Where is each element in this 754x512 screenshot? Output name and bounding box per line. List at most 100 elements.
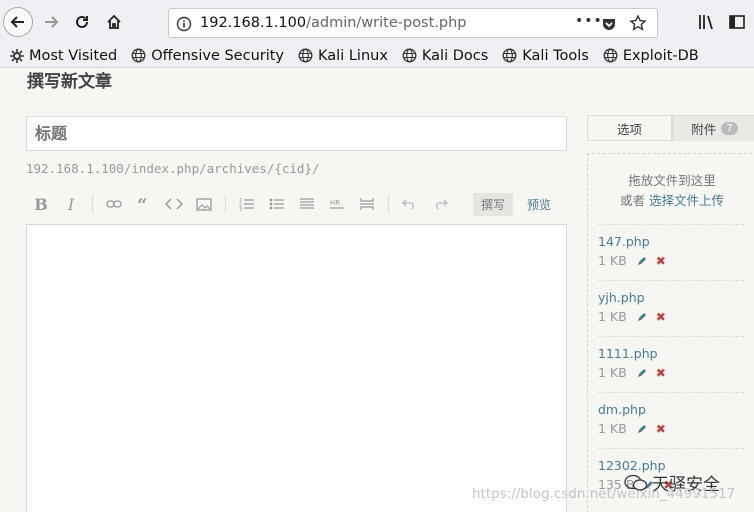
- bookmark-exploit-db[interactable]: Exploit-DB: [603, 48, 699, 64]
- url-path: /admin/write-post.php: [306, 15, 467, 31]
- bookmark-kali-docs[interactable]: Kali Docs: [402, 48, 488, 64]
- browser-toolbar: 192.168.1.100/admin/write-post.php •••: [0, 0, 754, 44]
- url-host: 192.168.1.100: [200, 15, 307, 31]
- write-mode-button[interactable]: 撰写: [473, 192, 514, 216]
- undo-button[interactable]: [395, 192, 425, 216]
- more-break-button[interactable]: [352, 192, 382, 216]
- attachment-size: 1 KB: [598, 309, 627, 324]
- forward-arrow-icon: [45, 16, 59, 28]
- attachment-name[interactable]: 1111.php: [598, 346, 744, 361]
- tab-attachments[interactable]: 附件 7: [672, 115, 754, 141]
- delete-icon[interactable]: ✖: [656, 254, 666, 268]
- link-icon: [106, 200, 122, 208]
- bookmark-kali-linux[interactable]: Kali Linux: [298, 48, 388, 64]
- pocket-icon[interactable]: [601, 16, 617, 32]
- undo-icon: [402, 199, 414, 210]
- choose-files-link[interactable]: 选择文件上传: [649, 193, 724, 208]
- or-text: 或者: [619, 193, 645, 208]
- quote-button[interactable]: “: [129, 192, 159, 216]
- globe-icon: [603, 48, 618, 63]
- reload-icon: [76, 15, 88, 28]
- bullet-list-icon: [269, 198, 284, 210]
- bookmark-label: Exploit-DB: [622, 47, 699, 64]
- forward-button[interactable]: [37, 8, 65, 36]
- reload-button[interactable]: [68, 8, 96, 36]
- attachment-name[interactable]: 147.php: [598, 234, 744, 249]
- delete-icon[interactable]: ✖: [656, 422, 666, 436]
- globe-icon: [402, 48, 417, 63]
- sidebar-tabs: 选项 附件 7: [587, 115, 754, 141]
- tab-label: 附件: [691, 121, 717, 137]
- info-icon[interactable]: [176, 16, 192, 32]
- delete-icon[interactable]: ✖: [656, 310, 666, 324]
- home-button[interactable]: [100, 8, 128, 36]
- back-arrow-icon: [10, 16, 24, 28]
- attachment-name[interactable]: dm.php: [598, 402, 744, 417]
- attachment-size: 1 KB: [598, 253, 627, 268]
- bookmark-label: Kali Tools: [522, 47, 589, 64]
- bookmark-offensive-security[interactable]: Offensive Security: [131, 48, 284, 64]
- italic-button[interactable]: I: [56, 192, 86, 216]
- ordered-list-icon: 123: [239, 198, 254, 211]
- redo-button[interactable]: [425, 192, 455, 216]
- code-button[interactable]: [159, 192, 189, 216]
- bookmark-most-visited[interactable]: Most Visited: [10, 48, 117, 64]
- image-button[interactable]: [189, 192, 219, 216]
- post-content-textarea[interactable]: [26, 224, 567, 512]
- bookmark-star-icon[interactable]: [629, 14, 647, 32]
- quote-icon: “: [137, 198, 147, 210]
- svg-text:HR: HR: [330, 199, 340, 207]
- sidebar-toggle-icon[interactable]: [728, 13, 746, 31]
- bold-button[interactable]: B: [26, 192, 56, 216]
- back-button[interactable]: [3, 7, 33, 37]
- globe-icon: [298, 48, 313, 63]
- url-bar[interactable]: 192.168.1.100/admin/write-post.php •••: [168, 8, 658, 38]
- bookmark-kali-tools[interactable]: Kali Tools: [502, 48, 589, 64]
- delete-icon[interactable]: ✖: [656, 366, 666, 380]
- page-content: 撰写新文章 192.168.1.100/index.php/archives/{…: [0, 69, 754, 512]
- svg-text:“: “: [137, 198, 147, 210]
- post-title-input[interactable]: [26, 116, 567, 151]
- horizontal-rule-icon: HR: [330, 199, 344, 209]
- toolbar-divider: [92, 195, 93, 213]
- bookmark-label: Kali Docs: [421, 47, 489, 64]
- permalink-text: 192.168.1.100/index.php/archives/{cid}/: [26, 161, 320, 176]
- editor-toolbar: B I “ 123 HR 撰写 预览: [26, 191, 567, 217]
- attachment-count-badge: 7: [721, 121, 738, 135]
- hr-button[interactable]: HR: [322, 192, 352, 216]
- watermark-url: https://blog.csdn.net/weixin_44991517: [472, 486, 736, 502]
- tab-label: 选项: [616, 121, 642, 137]
- pencil-icon[interactable]: [637, 424, 647, 434]
- gear-icon: [10, 48, 24, 63]
- link-button[interactable]: [99, 192, 129, 216]
- attachment-item: dm.php 1 KB ✖: [598, 392, 744, 448]
- url-text[interactable]: 192.168.1.100/admin/write-post.php: [200, 15, 467, 31]
- page-break-icon: [360, 198, 374, 210]
- library-icon[interactable]: [697, 13, 715, 31]
- home-icon: [107, 14, 121, 29]
- globe-icon: [131, 48, 146, 63]
- page-actions-icon[interactable]: •••: [575, 13, 603, 29]
- image-icon: [196, 197, 212, 211]
- attachment-name[interactable]: yjh.php: [598, 290, 744, 305]
- attachment-size: 1 KB: [598, 365, 627, 380]
- bullet-list-button[interactable]: [262, 192, 292, 216]
- ordered-list-button[interactable]: 123: [232, 192, 262, 216]
- attachment-list: 147.php 1 KB ✖ yjh.php 1 KB ✖ 1111.php 1…: [598, 224, 744, 504]
- drop-hint: 拖放文件到这里 或者 选择文件上传: [588, 171, 754, 211]
- attachment-item: 1111.php 1 KB ✖: [598, 336, 744, 392]
- upload-drop-area[interactable]: 拖放文件到这里 或者 选择文件上传 147.php 1 KB ✖ yjh.php…: [587, 153, 754, 512]
- heading-button[interactable]: [292, 192, 322, 216]
- attachment-size: 1 KB: [598, 421, 627, 436]
- preview-mode-button[interactable]: 预览: [527, 196, 551, 213]
- bookmark-label: Kali Linux: [318, 47, 388, 64]
- toolbar-divider: [388, 195, 389, 213]
- tab-options[interactable]: 选项: [587, 115, 672, 141]
- redo-icon: [436, 199, 448, 210]
- pencil-icon[interactable]: [637, 368, 647, 378]
- pencil-icon[interactable]: [637, 312, 647, 322]
- pencil-icon[interactable]: [637, 256, 647, 266]
- globe-icon: [502, 48, 517, 63]
- svg-text:3: 3: [239, 207, 242, 211]
- bookmark-label: Offensive Security: [151, 47, 285, 64]
